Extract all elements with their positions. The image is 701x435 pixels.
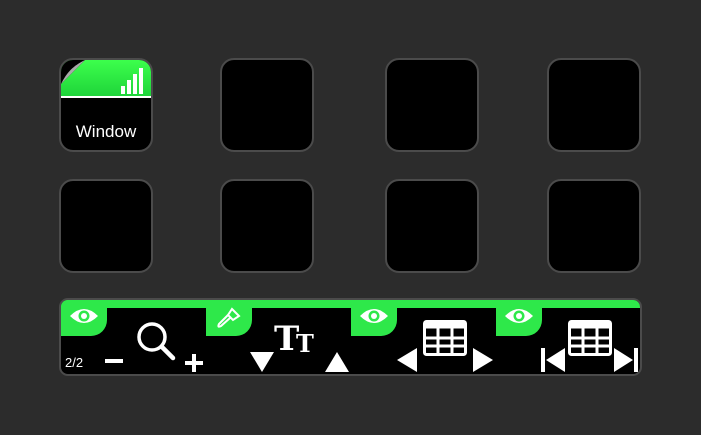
table-icon xyxy=(568,320,612,356)
dial-touch-strip[interactable]: 2/2 T T xyxy=(59,298,642,376)
signal-bars-icon xyxy=(121,68,143,94)
brush-icon xyxy=(217,307,241,328)
zoom-dial-tab[interactable] xyxy=(61,300,107,336)
minus-icon[interactable] xyxy=(105,358,123,364)
eye-icon xyxy=(70,309,98,323)
eye-icon xyxy=(360,309,388,323)
magnifier-icon xyxy=(137,322,176,361)
text-size-icon: T T xyxy=(274,320,314,356)
skip-start-icon[interactable] xyxy=(541,348,565,372)
page-curl-icon xyxy=(61,60,85,84)
page-indicator: 2/2 xyxy=(65,355,84,370)
eye-icon xyxy=(505,309,533,323)
triangle-up-icon[interactable] xyxy=(325,352,349,372)
triangle-left-icon[interactable] xyxy=(397,348,417,372)
key-4[interactable] xyxy=(547,58,641,152)
window-icon-divider xyxy=(61,96,151,98)
key-3[interactable] xyxy=(385,58,479,152)
table-icon xyxy=(423,320,467,356)
table-nav-dial-tab[interactable] xyxy=(351,300,397,336)
key-2[interactable] xyxy=(220,58,314,152)
key-5[interactable] xyxy=(59,179,153,273)
svg-text:T: T xyxy=(296,329,314,356)
key-window[interactable]: Window xyxy=(59,58,153,152)
font-size-dial-tab[interactable] xyxy=(206,300,252,336)
triangle-right-icon[interactable] xyxy=(473,348,493,372)
key-6[interactable] xyxy=(220,179,314,273)
skip-end-icon[interactable] xyxy=(614,348,638,372)
table-jump-dial-tab[interactable] xyxy=(496,300,542,336)
triangle-down-icon[interactable] xyxy=(250,352,274,372)
key-label: Window xyxy=(75,122,137,141)
key-7[interactable] xyxy=(385,179,479,273)
plus-icon[interactable] xyxy=(185,354,203,372)
key-8[interactable] xyxy=(547,179,641,273)
